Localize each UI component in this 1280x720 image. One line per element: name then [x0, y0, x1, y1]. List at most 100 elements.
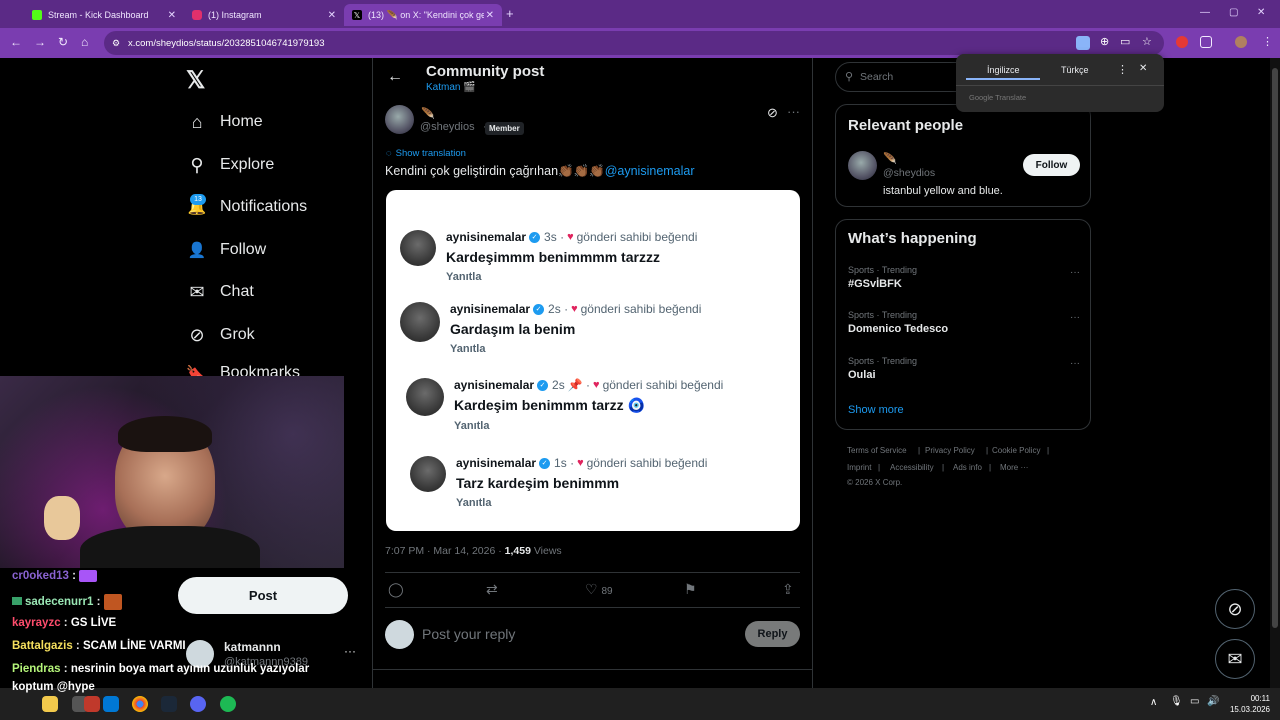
minimize-icon[interactable]: — [1200, 7, 1210, 18]
trend-item[interactable]: Sports · Trending Oulai ··· [848, 356, 1080, 381]
bookmark-icon[interactable]: ⚑ [684, 581, 697, 598]
grok-icon[interactable]: ⊘ [767, 105, 778, 121]
account-name: katmannn [224, 640, 281, 654]
scrollbar-thumb[interactable] [1272, 68, 1278, 628]
author-handle[interactable]: @sheydios [420, 121, 475, 133]
person-handle[interactable]: @sheydios [883, 167, 935, 179]
liked-label: gönderi sahibi beğendi [586, 456, 708, 470]
tab-instagram[interactable]: (1) Instagram ✕ [184, 4, 344, 26]
app-icon[interactable] [84, 696, 100, 712]
more-dots-icon[interactable]: ··· [1070, 312, 1080, 323]
microphone-icon[interactable]: 🎙 [1170, 696, 1183, 707]
chrome-icon[interactable] [132, 696, 148, 712]
sidebar-item-grok[interactable]: ⊘ Grok [186, 322, 254, 348]
share-icon[interactable]: ⇪ [782, 581, 794, 598]
cast-icon[interactable]: ▭ [1120, 35, 1130, 48]
liked-label: gönderi sahibi beğendi [580, 302, 702, 316]
new-tab-button[interactable]: + [506, 6, 514, 21]
mention-link[interactable]: @aynisinemalar [605, 164, 695, 178]
translate-tab-turkish[interactable]: Türkçe [1061, 65, 1089, 75]
back-arrow-icon[interactable]: ← [387, 68, 403, 86]
person-name[interactable]: 🪶 [883, 152, 897, 165]
reply-input[interactable]: Post your reply [422, 626, 515, 642]
sidebar-item-home[interactable]: ⌂ Home [186, 109, 263, 135]
reply-button[interactable]: Reply [745, 621, 800, 647]
post-meta: 7:07 PM · Mar 14, 2026 · 1,459 Views [385, 545, 562, 557]
reply-icon[interactable]: ◯ [388, 581, 404, 598]
bookmark-star-icon[interactable]: ☆ [1142, 35, 1152, 48]
footer-link[interactable]: Cookie Policy [992, 446, 1040, 455]
home-icon[interactable]: ⌂ [81, 35, 88, 49]
post-timestamp[interactable]: 7:07 PM · Mar 14, 2026 · [385, 545, 502, 557]
comment-header: aynisinemalar ✓ 2s 📌 · ♥ gönderi sahibi beğen… [454, 378, 723, 392]
like-button[interactable]: ♡ 89 [585, 581, 613, 598]
system-clock[interactable]: 00:11 15.03.2026 [1230, 693, 1270, 715]
messages-float-button[interactable]: ✉ [1215, 639, 1255, 679]
show-translation-link[interactable]: ◌ Show translation [386, 148, 466, 159]
url-bar[interactable]: ⚙ x.com/sheydios/status/2032851046741979… [104, 31, 1164, 55]
close-icon[interactable]: ✕ [486, 10, 494, 21]
sidebar-item-bookmarks[interactable]: 🔖 Bookmarks [186, 364, 300, 376]
volume-icon[interactable]: 🔊 [1207, 696, 1219, 707]
site-info-icon[interactable]: ⚙ [112, 38, 120, 49]
grok-float-button[interactable]: ⊘ [1215, 589, 1255, 629]
menu-dots-icon[interactable]: ⋮ [1117, 63, 1128, 76]
menu-dots-icon[interactable]: ⋮ [1262, 35, 1273, 48]
tray-chevron-icon[interactable]: ∧ [1150, 697, 1157, 708]
spotify-icon[interactable] [220, 696, 236, 712]
zoom-icon[interactable]: ⊕ [1100, 35, 1109, 48]
back-icon[interactable]: ← [10, 35, 22, 49]
chat-line: kayrayzc : GS LİVE [12, 617, 116, 629]
footer-more-link[interactable]: More ··· [1000, 463, 1028, 472]
tab-kick[interactable]: Stream - Kick Dashboard ✕ [24, 4, 184, 26]
extension-icon[interactable] [1176, 36, 1188, 48]
close-icon[interactable]: ✕ [1139, 63, 1147, 74]
repost-icon[interactable]: ⇄ [486, 581, 498, 598]
follow-button[interactable]: Follow [1023, 154, 1080, 176]
translate-tab-english[interactable]: İngilizce [987, 65, 1020, 75]
trend-item[interactable]: Sports · Trending Domenico Tedesco ··· [848, 310, 1080, 335]
comment-time: 2s [548, 302, 561, 316]
separator-dot: · [566, 456, 575, 470]
more-dots-icon[interactable]: ··· [1070, 267, 1080, 278]
footer-link[interactable]: Privacy Policy [925, 446, 975, 455]
steam-icon[interactable] [161, 696, 177, 712]
post-image[interactable]: aynisinemalar ✓ 3s · ♥ gönderi sahibi beğend… [386, 190, 800, 531]
reload-icon[interactable]: ↻ [58, 35, 68, 49]
discord-icon[interactable] [190, 696, 206, 712]
comment-body: aynisinemalar ✓ 2s · ♥ gönderi sahibi beğend… [450, 302, 701, 355]
footer-link[interactable]: Terms of Service [847, 446, 907, 455]
show-more-link[interactable]: Show more [848, 404, 904, 416]
close-icon[interactable]: ✕ [168, 10, 176, 21]
community-link[interactable]: Katman 🎬 [426, 82, 476, 93]
sidebar-item-explore[interactable]: ⚲ Explore [186, 152, 274, 178]
close-window-icon[interactable]: ✕ [1257, 7, 1265, 18]
more-dots-icon[interactable]: ··· [344, 644, 356, 658]
sidebar-item-follow[interactable]: 👤 Follow [186, 237, 267, 263]
author-avatar[interactable] [385, 105, 414, 134]
author-name[interactable]: 🪶 [421, 107, 435, 120]
close-icon[interactable]: ✕ [328, 10, 336, 21]
outlook-icon[interactable] [103, 696, 119, 712]
page-title: Community post [426, 63, 545, 80]
x-logo[interactable]: 𝕏 [186, 66, 205, 95]
trend-item[interactable]: Sports · Trending #GSvİBFK ··· [848, 265, 1080, 290]
extensions-puzzle-icon[interactable] [1200, 36, 1212, 48]
post-button[interactable]: Post [178, 577, 348, 614]
profile-avatar[interactable] [1235, 36, 1247, 48]
footer-link[interactable]: Imprint [847, 463, 871, 472]
footer-separator: | [989, 463, 992, 472]
more-dots-icon[interactable]: ··· [1070, 358, 1080, 369]
avatar[interactable] [848, 151, 877, 180]
tab-x[interactable]: 𝕏 (13) 🪶 on X: "Kendini çok geliş ✕ [344, 4, 502, 26]
sidebar-item-chat[interactable]: ✉ Chat [186, 279, 253, 305]
translate-globe-icon: ◌ [386, 148, 392, 159]
footer-link[interactable]: Accessibility [890, 463, 934, 472]
network-icon[interactable]: ▭ [1190, 696, 1199, 707]
file-explorer-icon[interactable] [42, 696, 58, 712]
translate-icon[interactable] [1076, 36, 1090, 50]
maximize-icon[interactable]: ▢ [1229, 7, 1238, 18]
more-dots-icon[interactable]: ··· [787, 104, 800, 119]
forward-icon[interactable]: → [34, 35, 46, 49]
footer-link[interactable]: Ads info [953, 463, 982, 472]
